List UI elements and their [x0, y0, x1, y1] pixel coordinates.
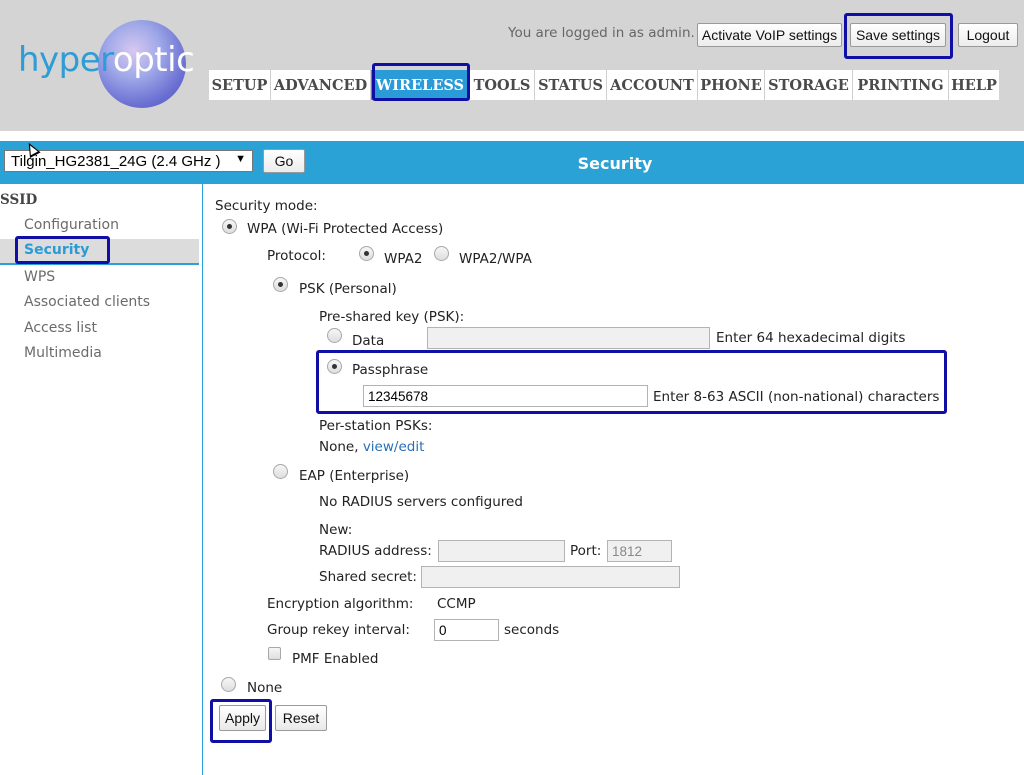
per-station-value: None, view/edit	[319, 439, 425, 455]
nav-advanced[interactable]: ADVANCED	[271, 70, 371, 100]
psk-key-label: Pre-shared key (PSK):	[319, 309, 465, 325]
reset-button[interactable]: Reset	[275, 705, 327, 731]
eap-radio[interactable]	[273, 464, 288, 479]
shared-secret-label: Shared secret:	[319, 569, 417, 585]
sidebar-item-wps[interactable]: WPS	[24, 269, 55, 285]
radius-address-input[interactable]	[438, 540, 565, 562]
logged-in-status: You are logged in as admin.	[508, 25, 695, 41]
wpa-radio[interactable]	[222, 219, 237, 234]
sidebar-item-security[interactable]: Security	[24, 242, 89, 258]
activate-voip-button[interactable]: Activate VoIP settings	[697, 23, 842, 47]
pmf-label: PMF Enabled	[292, 651, 379, 667]
sidebar-heading: SSID	[0, 192, 38, 208]
sidebar-item-configuration[interactable]: Configuration	[24, 217, 119, 233]
radius-address-label: RADIUS address:	[319, 543, 432, 559]
new-label: New:	[319, 522, 353, 538]
nav-tools[interactable]: TOOLS	[470, 70, 535, 100]
nav-phone[interactable]: PHONE	[698, 70, 765, 100]
nav-setup[interactable]: SETUP	[209, 70, 271, 100]
wpa-label: WPA (Wi-Fi Protected Access)	[247, 221, 444, 237]
dropdown-arrow-icon: ▼	[235, 153, 246, 165]
wpa2-radio[interactable]	[359, 246, 374, 261]
view-edit-link[interactable]: view/edit	[363, 439, 425, 455]
page-title: Security	[577, 154, 653, 173]
nav-wireless[interactable]: WIRELESS	[371, 70, 470, 100]
save-settings-button[interactable]: Save settings	[850, 23, 946, 47]
apply-button[interactable]: Apply	[219, 705, 266, 731]
nav-printing[interactable]: PRINTING	[853, 70, 949, 100]
nav-account[interactable]: ACCOUNT	[607, 70, 698, 100]
eap-label: EAP (Enterprise)	[299, 468, 410, 484]
rekey-input[interactable]: 0	[434, 619, 499, 641]
passphrase-radio[interactable]	[327, 359, 342, 374]
sidebar-item-associated-clients[interactable]: Associated clients	[24, 294, 150, 310]
ssid-select[interactable]: Tilgin_HG2381_24G (2.4 GHz ) ▼	[4, 150, 253, 172]
sidebar-item-multimedia[interactable]: Multimedia	[24, 345, 102, 361]
wpa2-wpa-radio[interactable]	[434, 246, 449, 261]
psk-label: PSK (Personal)	[299, 281, 397, 297]
rekey-unit: seconds	[504, 622, 560, 638]
ssid-selected-value: Tilgin_HG2381_24G (2.4 GHz )	[11, 152, 221, 170]
sidebar-item-access-list[interactable]: Access list	[24, 320, 97, 336]
port-input[interactable]: 1812	[607, 540, 672, 562]
passphrase-hint: Enter 8-63 ASCII (non-national) characte…	[653, 389, 940, 405]
rekey-label: Group rekey interval:	[267, 622, 410, 638]
data-hint: Enter 64 hexadecimal digits	[716, 330, 906, 346]
passphrase-label: Passphrase	[352, 362, 429, 378]
wpa2-label: WPA2	[384, 251, 423, 267]
nav-storage[interactable]: STORAGE	[765, 70, 853, 100]
none-label: None	[247, 680, 283, 696]
go-button[interactable]: Go	[263, 149, 305, 173]
pmf-checkbox[interactable]	[268, 647, 281, 660]
no-radius-text: No RADIUS servers configured	[319, 494, 523, 510]
nav-status[interactable]: STATUS	[535, 70, 607, 100]
data-input[interactable]	[427, 327, 710, 349]
port-label: Port:	[570, 543, 602, 559]
psk-radio[interactable]	[273, 277, 288, 292]
passphrase-input[interactable]: 12345678	[363, 385, 648, 407]
main-nav: SETUP ADVANCED WIRELESS TOOLS STATUS ACC…	[209, 70, 999, 100]
wpa2-wpa-label: WPA2/WPA	[459, 251, 532, 267]
encryption-label: Encryption algorithm:	[267, 596, 414, 612]
hyperoptic-logo: hyperoptic	[18, 40, 195, 80]
data-label: Data	[352, 333, 385, 349]
logout-button[interactable]: Logout	[958, 23, 1018, 47]
data-radio[interactable]	[327, 328, 342, 343]
shared-secret-input[interactable]	[421, 566, 680, 588]
security-mode-label: Security mode:	[215, 198, 318, 214]
nav-help[interactable]: HELP	[949, 70, 999, 100]
encryption-value: CCMP	[437, 596, 476, 612]
protocol-label: Protocol:	[267, 248, 326, 264]
per-station-label: Per-station PSKs:	[319, 418, 433, 434]
none-radio[interactable]	[221, 677, 236, 692]
